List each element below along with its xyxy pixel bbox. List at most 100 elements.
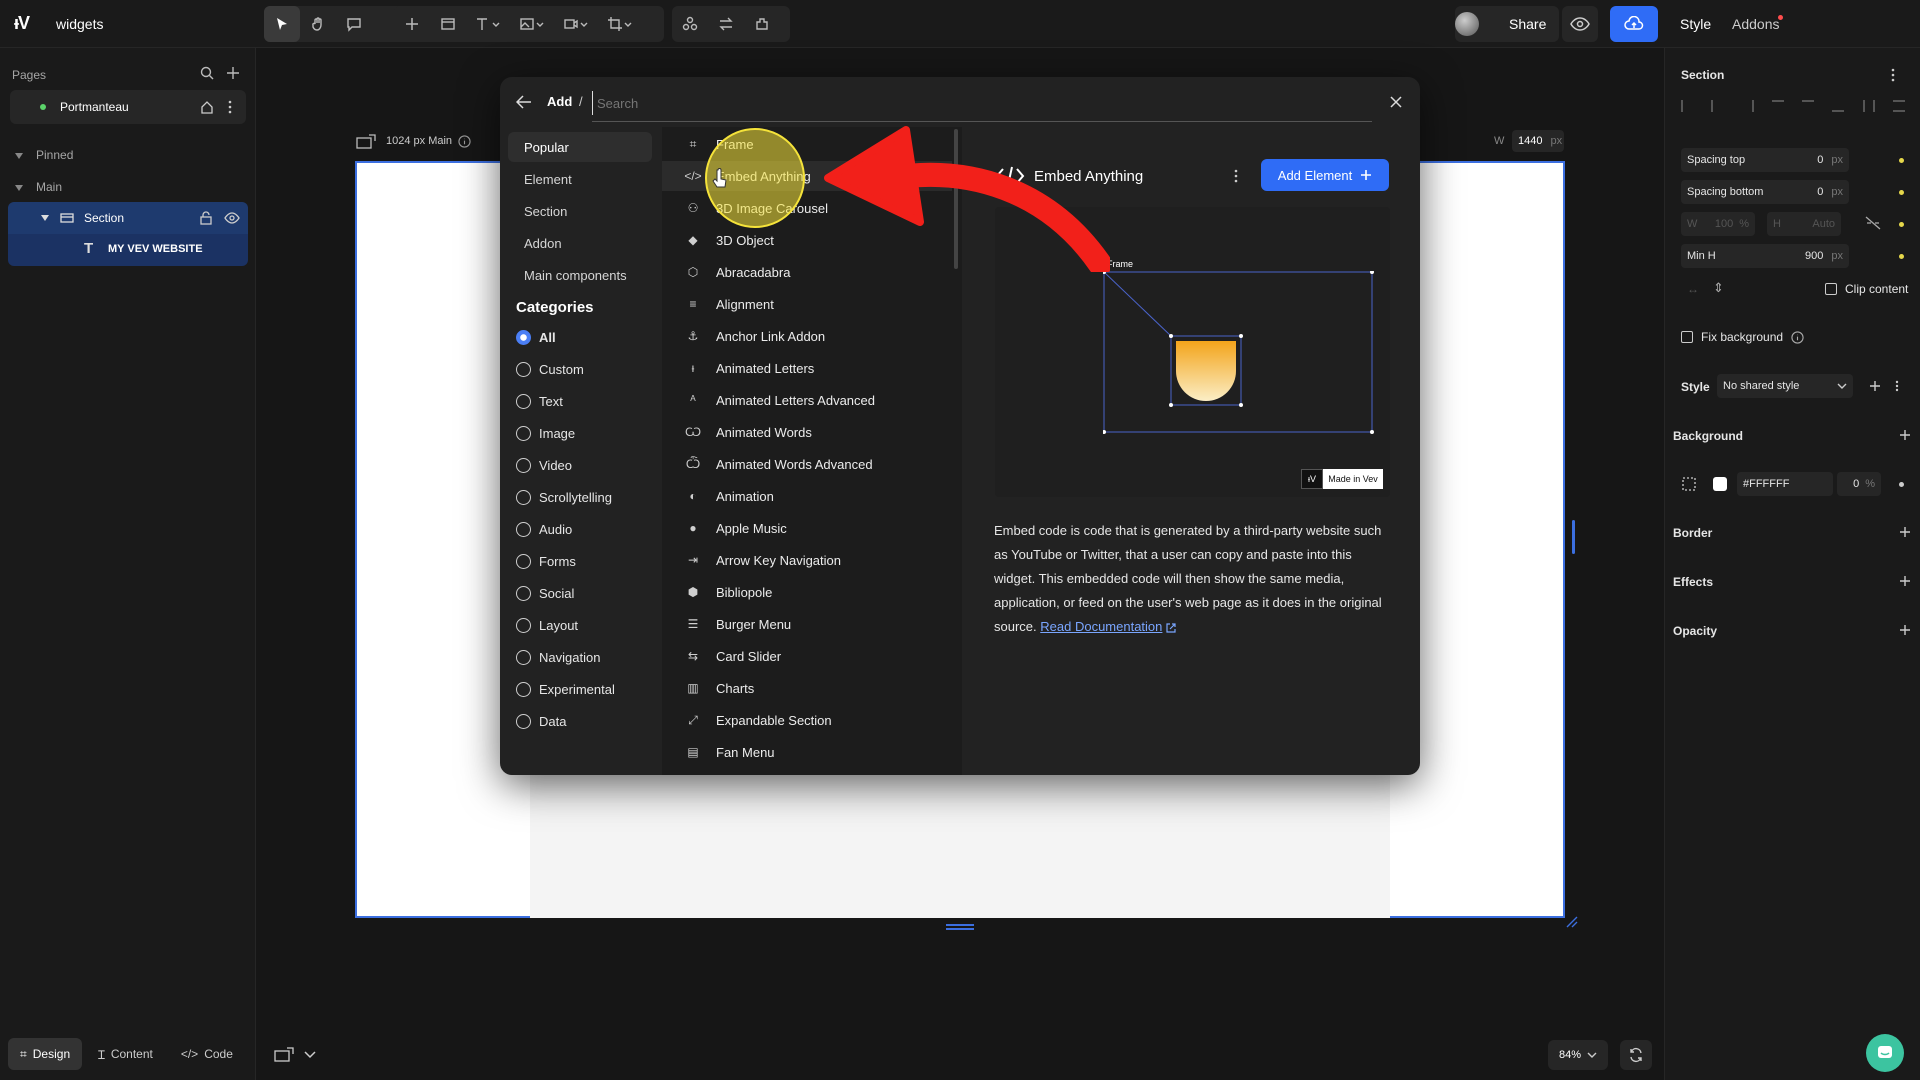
add-element-button[interactable]: Add Element [1261,159,1389,191]
expand-v-icon[interactable]: ⇕ [1713,280,1724,296]
main-label[interactable]: Main [36,180,62,194]
chevron-down-icon[interactable] [14,152,24,160]
list-item[interactable]: ᴬ Animated Letters Advanced [662,385,952,415]
back-arrow-icon[interactable] [516,95,532,109]
category-video[interactable]: Video [516,455,572,475]
list-item[interactable]: Ѡ Animated Words [662,417,952,447]
refresh-button[interactable] [1620,1040,1652,1070]
list-item[interactable]: ⇥ Arrow Key Navigation [662,545,952,575]
add-icon[interactable] [394,6,430,42]
category-text[interactable]: Text [516,391,563,411]
list-item[interactable]: ⤢ Expandable Section [662,705,952,735]
project-name[interactable]: widgets [56,16,103,32]
clip-content-toggle[interactable]: Clip content [1825,282,1908,296]
list-item[interactable]: ◐ Animation [662,481,952,511]
nav-section[interactable]: Section [508,196,652,226]
fix-background-checkbox[interactable] [1681,331,1693,343]
add-opacity-icon[interactable] [1899,624,1911,636]
fix-background-toggle[interactable]: Fix background [1681,330,1804,344]
select-tool-icon[interactable] [264,6,300,42]
device-switcher[interactable] [274,1040,328,1070]
clip-content-checkbox[interactable] [1825,283,1837,295]
category-layout[interactable]: Layout [516,615,578,635]
category-radio[interactable] [516,457,531,473]
canvas-width-field[interactable]: 1440 px [1512,130,1564,152]
category-radio[interactable] [516,713,531,729]
spacing-top-field[interactable]: Spacing top 0 px [1681,148,1849,172]
user-avatar[interactable] [1455,12,1479,36]
list-item[interactable]: Ѽ Animated Words Advanced [662,449,952,479]
chevron-down-icon[interactable] [14,184,24,192]
add-background-icon[interactable] [1899,429,1911,441]
list-item[interactable]: ⬢ Bibliopole [662,577,952,607]
lock-icon[interactable] [200,211,212,225]
page-item-portmanteau[interactable]: Portmanteau [10,90,246,124]
share-button[interactable]: Share [1509,16,1546,32]
distribute-v-icon[interactable] [1892,100,1905,112]
interactions-icon[interactable] [708,6,744,42]
expand-h-icon[interactable]: ↔ [1687,282,1699,296]
nav-addon[interactable]: Addon [508,228,652,258]
background-color-field[interactable]: #FFFFFF [1737,472,1833,496]
align-bottom-icon[interactable] [1832,100,1845,112]
chevron-down-icon[interactable] [40,214,50,222]
read-documentation-link[interactable]: Read Documentation [1040,619,1162,634]
info-icon[interactable] [1791,330,1804,344]
resize-handle-right[interactable] [1572,520,1575,554]
category-experimental[interactable]: Experimental [516,679,615,699]
layer-section[interactable]: Section [8,202,248,234]
category-radio[interactable] [516,425,531,441]
comment-tool-icon[interactable] [336,6,372,42]
category-radio[interactable] [516,649,531,665]
nav-popular[interactable]: Popular [508,132,652,162]
category-radio[interactable] [516,329,531,345]
category-scrollytelling[interactable]: Scrollytelling [516,487,612,507]
category-audio[interactable]: Audio [516,519,572,539]
publish-button[interactable] [1610,6,1658,42]
search-input[interactable] [592,91,1372,115]
width-field[interactable]: W 100 % [1681,212,1755,236]
align-right-icon[interactable] [1742,100,1754,112]
made-in-vev-badge[interactable]: ᵻV Made in Vev [1301,469,1383,489]
align-top-icon[interactable] [1771,100,1784,112]
category-data[interactable]: Data [516,711,566,731]
more-icon[interactable] [1891,68,1895,82]
shared-style-select[interactable]: No shared style [1717,374,1853,398]
tab-addons[interactable]: Addons [1732,16,1779,32]
align-center-icon[interactable] [1711,100,1723,112]
more-icon[interactable] [1234,169,1238,183]
share-group[interactable]: Share [1455,6,1559,42]
category-radio[interactable] [516,617,531,633]
add-page-icon[interactable] [226,66,240,80]
category-radio[interactable] [516,361,531,377]
video-tool-icon[interactable] [554,6,598,42]
tab-design[interactable]: ⌗ Design [8,1038,83,1070]
add-style-icon[interactable] [1869,380,1881,392]
background-opacity-field[interactable]: 0 % [1837,472,1881,496]
plugins-icon[interactable] [744,6,780,42]
layer-text[interactable]: T MY VEV WEBSITE [8,234,248,266]
category-radio[interactable] [516,393,531,409]
nav-element[interactable]: Element [508,164,652,194]
chat-support-button[interactable] [1866,1034,1904,1072]
resize-handle-bottom[interactable] [946,924,974,930]
category-radio[interactable] [516,489,531,505]
category-radio[interactable] [516,681,531,697]
category-navigation[interactable]: Navigation [516,647,600,667]
tab-content[interactable]: Ɪ Content [86,1038,165,1070]
more-icon[interactable] [1895,380,1899,392]
resize-corner-icon[interactable] [1566,916,1578,928]
category-radio[interactable] [516,553,531,569]
category-image[interactable]: Image [516,423,575,443]
list-item[interactable]: ⇆ Card Slider [662,641,952,671]
category-forms[interactable]: Forms [516,551,576,571]
align-left-icon[interactable] [1681,100,1693,112]
unlink-icon[interactable] [1865,216,1881,230]
list-item[interactable]: ▤ Fan Menu [662,737,952,767]
add-border-icon[interactable] [1899,526,1911,538]
tab-style[interactable]: Style [1680,16,1711,32]
text-tool-icon[interactable] [466,6,510,42]
distribute-h-icon[interactable] [1862,100,1875,112]
breakpoint-label[interactable]: 1024 px Main [386,135,452,147]
crop-tool-icon[interactable] [598,6,642,42]
